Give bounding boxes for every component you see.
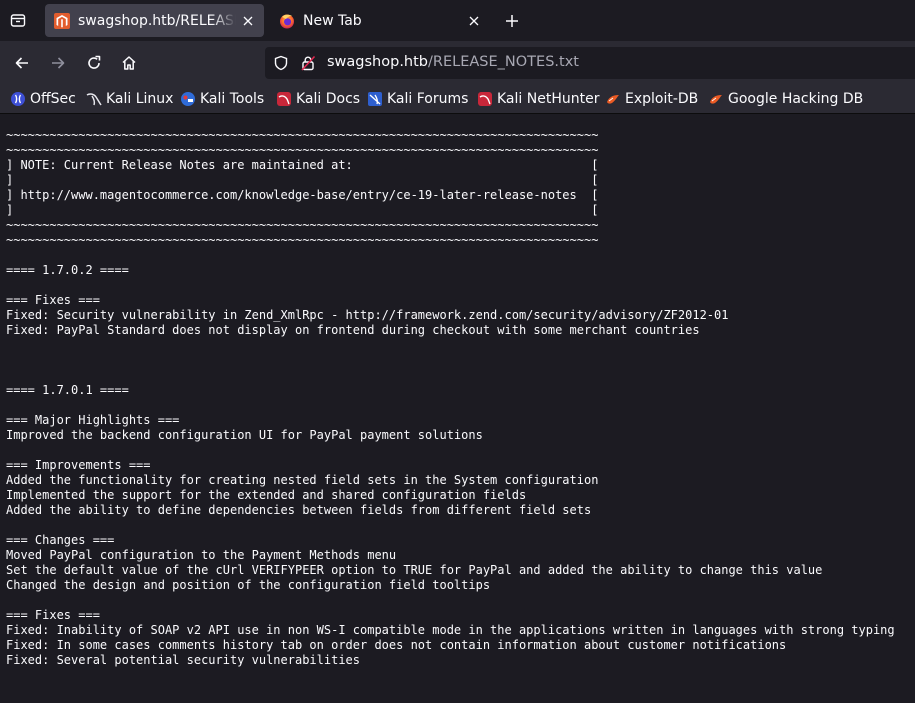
kali-docs-icon [277,92,291,106]
close-icon [469,16,479,25]
bookmark-label: Kali Linux [106,91,174,107]
kali-dragon-icon [86,93,102,106]
text-line: Fixed: In some cases comments history ta… [6,638,787,652]
back-button[interactable] [8,49,36,77]
text-line: === Fixes === [6,608,100,622]
bookmark-label: Kali NetHunter [497,91,600,107]
text-line: Fixed: Inability of SOAP v2 API use in n… [6,623,895,637]
text-line: ] [ [6,173,599,187]
shield-icon [274,55,288,71]
bookmark-label: OffSec [30,91,76,107]
reload-icon [88,55,101,69]
text-line: Changed the design and position of the c… [6,578,491,592]
tab-bar: swagshop.htb/RELEASE_NOTES.txt New Tab [0,0,915,41]
tab-list-icon [10,14,26,27]
bookmark-kali-forums[interactable]: Kali Forums [367,90,468,108]
bookmark-google-hacking-db[interactable]: Google Hacking DB [708,90,863,108]
kali-nethunter-icon [478,92,492,106]
close-tab-button[interactable] [462,9,486,33]
bookmark-kali-linux[interactable]: Kali Linux [86,90,173,108]
tab-title: swagshop.htb/RELEASE_NOTES.txt [78,12,236,29]
page-content: ~~~~~~~~~~~~~~~~~~~~~~~~~~~~~~~~~~~~~~~~… [0,114,915,703]
bookmark-exploit-db[interactable]: Exploit-DB [605,90,698,108]
url-path: /RELEASE_NOTES.txt [428,54,579,70]
bookmark-kali-docs[interactable]: Kali Docs [276,90,360,108]
navigation-toolbar: swagshop.htb/RELEASE_NOTES.txt [0,41,915,85]
bookmark-kali-nethunter[interactable]: Kali NetHunter [477,90,599,108]
text-line: Implemented the support for the extended… [6,488,527,502]
bookmark-kali-tools[interactable]: Kali Tools [180,90,264,108]
text-line: ] [ [6,203,599,217]
url-text: swagshop.htb/RELEASE_NOTES.txt [327,54,579,70]
kali-tools-icon [181,92,195,106]
text-line: ~~~~~~~~~~~~~~~~~~~~~~~~~~~~~~~~~~~~~~~~… [6,233,599,247]
text-line: === Improvements === [6,458,151,472]
text-line: Improved the backend configuration UI fo… [6,428,483,442]
text-line: ~~~~~~~~~~~~~~~~~~~~~~~~~~~~~~~~~~~~~~~~… [6,143,599,157]
arrow-left-icon [15,57,28,69]
bookmark-label: Exploit-DB [625,91,699,107]
text-line: Moved PayPal configuration to the Paymen… [6,548,397,562]
ghdb-icon [710,95,722,104]
text-line: ] NOTE: Current Release Notes are mainta… [6,158,599,172]
text-line: ==== 1.7.0.1 ==== [6,383,129,397]
bookmarks-toolbar: OffSec Kali Linux Kali Tools Kali Docs K… [0,85,915,114]
bookmark-offsec[interactable]: OffSec [10,90,76,108]
forward-button[interactable] [44,49,72,77]
text-line: Set the default value of the cUrl VERIFY… [6,563,823,577]
text-line: ==== 1.7.0.2 ==== [6,263,129,277]
tab-new-tab[interactable]: New Tab [270,4,490,37]
url-bar[interactable]: swagshop.htb/RELEASE_NOTES.txt [265,47,915,79]
bookmark-label: Google Hacking DB [728,91,864,107]
reload-button[interactable] [80,49,108,77]
new-tab-button[interactable] [499,8,525,34]
bookmark-label: Kali Forums [387,91,469,107]
tab-release-notes[interactable]: swagshop.htb/RELEASE_NOTES.txt [45,4,264,37]
plus-icon [506,15,518,27]
firefox-icon [280,14,294,28]
exploit-db-icon [607,95,619,104]
text-line: ~~~~~~~~~~~~~~~~~~~~~~~~~~~~~~~~~~~~~~~~… [6,128,599,142]
text-line: Added the ability to define dependencies… [6,503,592,517]
text-line: Added the functionality for creating nes… [6,473,599,487]
tab-list-button[interactable] [6,8,30,32]
insecure-lock-icon [301,55,316,71]
text-line: === Major Highlights === [6,413,180,427]
kali-forums-icon [368,92,382,106]
bookmark-label: Kali Tools [200,91,265,107]
close-tab-button[interactable] [236,9,260,33]
tab-title: New Tab [303,12,362,29]
home-button[interactable] [115,49,143,77]
home-icon [122,56,136,70]
text-line: Fixed: Several potential security vulner… [6,653,361,667]
text-line: Fixed: PayPal Standard does not display … [6,323,700,337]
text-line: === Fixes === [6,293,100,307]
text-line: === Changes === [6,533,115,547]
bookmark-label: Kali Docs [296,91,361,107]
close-icon [243,16,253,25]
magento-icon [54,12,70,29]
text-line: Fixed: Security vulnerability in Zend_Xm… [6,308,729,322]
url-host: swagshop.htb [327,54,429,70]
text-line: ~~~~~~~~~~~~~~~~~~~~~~~~~~~~~~~~~~~~~~~~… [6,218,599,232]
arrow-right-icon [52,57,65,69]
offsec-icon [11,92,25,106]
text-line: ] http://www.magentocommerce.com/knowled… [6,188,599,202]
